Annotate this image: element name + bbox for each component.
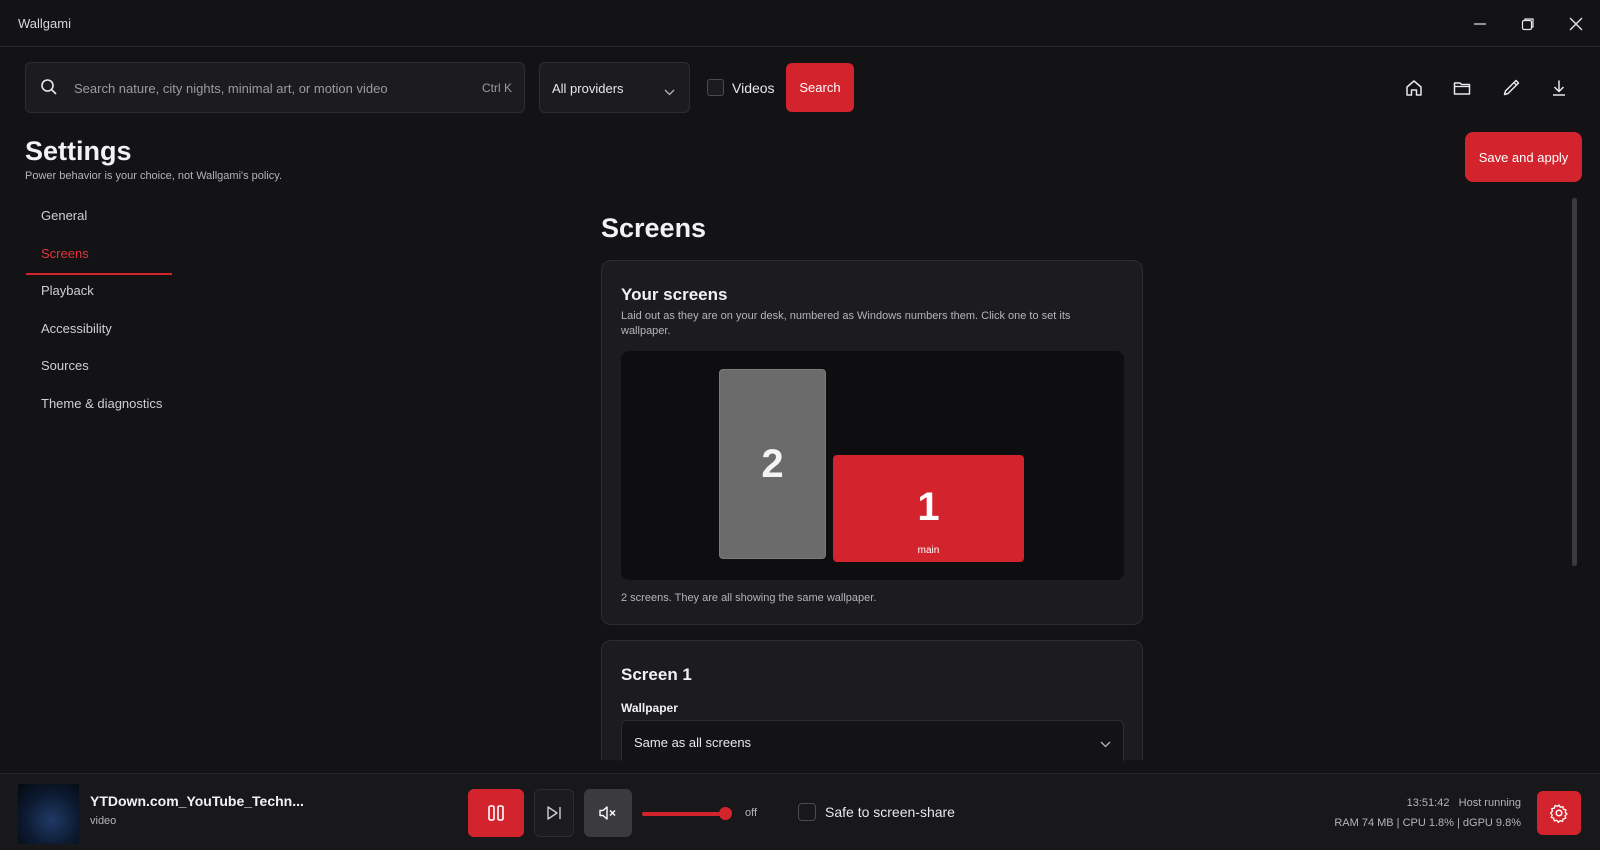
search-icon (40, 78, 58, 101)
sidebar-item-accessibility[interactable]: Accessibility (26, 313, 174, 351)
screen-1-number: 1 (917, 485, 940, 529)
sidebar-item-playback[interactable]: Playback (26, 275, 174, 313)
wallpaper-select[interactable]: Same as all screens (621, 720, 1124, 761)
wallpaper-selected-value: Same as all screens (634, 735, 752, 750)
screen-1-main-tag: main (917, 545, 940, 556)
videos-label: Videos (732, 80, 775, 96)
resource-usage: RAM 74 MB | CPU 1.8% | dGPU 9.8% (1334, 817, 1521, 829)
screen-2-tile[interactable]: 2 (719, 369, 826, 559)
card-description: Laid out as they are on your desk, numbe… (621, 310, 1071, 337)
provider-selected-label: All providers (552, 81, 624, 96)
screens-note: 2 screens. They are all showing the same… (621, 592, 877, 604)
minimize-icon[interactable] (1466, 10, 1494, 38)
volume-slider[interactable] (642, 812, 725, 816)
title-bar: Wallgami (0, 0, 1600, 47)
settings-button[interactable] (1537, 791, 1581, 835)
restore-icon[interactable] (1514, 10, 1542, 38)
search-input[interactable] (74, 77, 454, 99)
download-icon[interactable] (1547, 76, 1571, 100)
volume-slider-handle[interactable] (719, 807, 732, 820)
provider-select[interactable]: All providers (539, 62, 690, 113)
sidebar-item-general[interactable]: General (26, 200, 174, 238)
pause-icon (488, 805, 504, 821)
search-shortcut: Ctrl K (482, 81, 512, 95)
sidebar-item-screens[interactable]: Screens (26, 238, 174, 276)
screen-1-card: Screen 1 Wallpaper Same as all screens (601, 640, 1143, 761)
search-box[interactable]: Ctrl K (25, 62, 525, 113)
folder-icon[interactable] (1450, 76, 1474, 100)
player-bar: YTDown.com_YouTube_Techn... video off Sa… (0, 773, 1600, 850)
screen-1-tile[interactable]: 1 main (833, 455, 1024, 562)
chevron-down-icon (664, 83, 675, 101)
page-subtitle: Power behavior is your choice, not Wallg… (25, 170, 283, 182)
wallpaper-label: Wallpaper (621, 701, 678, 715)
mute-button[interactable] (584, 789, 632, 837)
app-title: Wallgami (18, 16, 71, 31)
settings-sidebar: General Screens Playback Accessibility S… (26, 200, 174, 425)
track-type: video (90, 815, 117, 827)
card-title: Screen 1 (621, 665, 692, 684)
pause-button[interactable] (468, 789, 524, 837)
your-screens-card: Your screens Laid out as they are on you… (601, 260, 1143, 625)
chevron-down-icon (1100, 735, 1111, 753)
skip-next-icon (547, 806, 561, 820)
host-status: 13:51:42 Host running (1406, 797, 1521, 809)
screen-share-label: Safe to screen-share (825, 804, 955, 820)
close-icon[interactable] (1562, 10, 1590, 38)
track-title: YTDown.com_YouTube_Techn... (90, 793, 304, 809)
home-icon[interactable] (1402, 76, 1426, 100)
content-scrollbar[interactable] (1572, 198, 1577, 566)
screen-layout-view: 2 1 main (621, 351, 1124, 580)
section-title: Screens (601, 213, 707, 243)
search-button[interactable]: Search (786, 63, 854, 112)
gear-icon (1549, 804, 1568, 823)
page-title: Settings (25, 136, 132, 166)
videos-checkbox[interactable] (707, 79, 724, 96)
video-thumbnail[interactable] (18, 784, 79, 844)
save-and-apply-button[interactable]: Save and apply (1465, 132, 1582, 182)
speaker-muted-icon (599, 806, 616, 820)
card-title: Your screens (621, 285, 728, 304)
screen-share-checkbox[interactable] (798, 803, 816, 821)
next-button[interactable] (534, 789, 574, 837)
sidebar-item-theme-diagnostics[interactable]: Theme & diagnostics (26, 388, 174, 426)
brush-icon[interactable] (1499, 76, 1523, 100)
volume-label: off (745, 807, 758, 819)
sidebar-item-sources[interactable]: Sources (26, 350, 174, 388)
